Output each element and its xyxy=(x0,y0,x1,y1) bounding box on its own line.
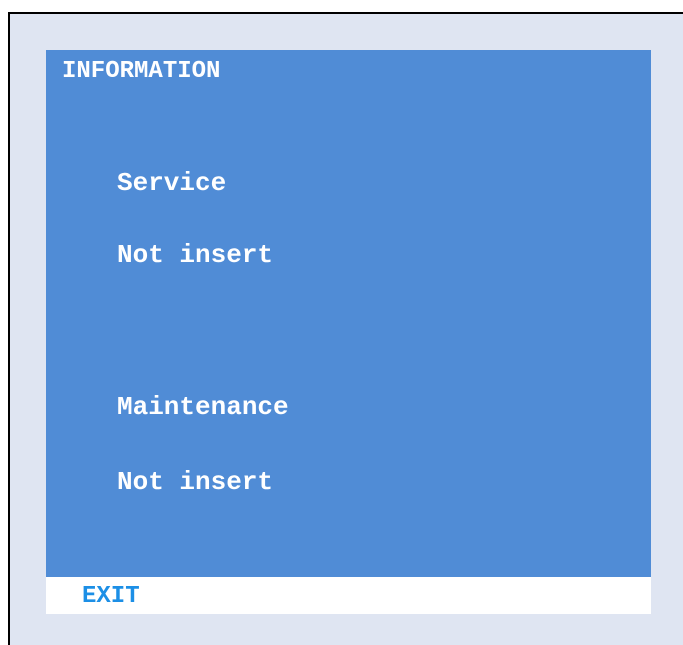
service-label: Service xyxy=(117,168,227,198)
information-panel: INFORMATION Service Not insert Maintenan… xyxy=(46,50,651,577)
panel-title: INFORMATION xyxy=(62,58,221,85)
exit-button[interactable]: EXIT xyxy=(46,577,651,614)
maintenance-label: Maintenance xyxy=(117,392,289,422)
maintenance-status: Not insert xyxy=(117,467,274,497)
exit-label: EXIT xyxy=(82,583,140,610)
service-status: Not insert xyxy=(117,240,274,270)
